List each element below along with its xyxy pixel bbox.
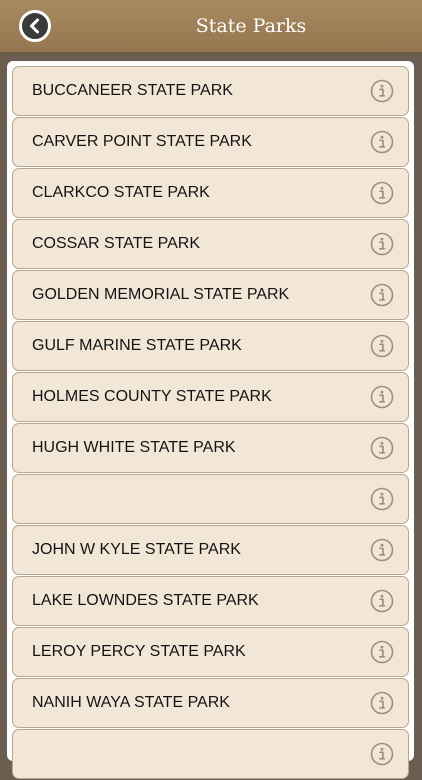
park-name: GULF MARINE STATE PARK xyxy=(32,337,242,354)
info-icon[interactable] xyxy=(370,130,394,154)
park-name: HOLMES COUNTY STATE PARK xyxy=(32,388,272,405)
list-item[interactable]: CLARKCO STATE PARK xyxy=(12,168,409,218)
info-icon[interactable] xyxy=(370,487,394,511)
info-icon[interactable] xyxy=(370,232,394,256)
parks-list-panel: BUCCANEER STATE PARK CARVER POINT STATE P… xyxy=(7,61,414,779)
list-item[interactable]: GOLDEN MEMORIAL STATE PARK xyxy=(12,270,409,320)
park-name: LEROY PERCY STATE PARK xyxy=(32,643,246,660)
list-item[interactable]: HUGH WHITE STATE PARK xyxy=(12,423,409,473)
park-name: GOLDEN MEMORIAL STATE PARK xyxy=(32,286,290,303)
list-item[interactable] xyxy=(12,729,409,779)
park-name: JOHN W KYLE STATE PARK xyxy=(32,541,241,558)
navigation-bar: State Parks xyxy=(0,0,422,53)
park-name: HUGH WHITE STATE PARK xyxy=(32,439,236,456)
park-name: LAKE LOWNDES STATE PARK xyxy=(32,592,259,609)
info-icon[interactable] xyxy=(370,385,394,409)
list-item[interactable]: LEROY PERCY STATE PARK xyxy=(12,627,409,677)
park-name: NANIH WAYA STATE PARK xyxy=(32,694,230,711)
list-item[interactable]: CARVER POINT STATE PARK xyxy=(12,117,409,167)
info-icon[interactable] xyxy=(370,283,394,307)
list-item[interactable]: NANIH WAYA STATE PARK xyxy=(12,678,409,728)
park-name: CARVER POINT STATE PARK xyxy=(32,133,252,150)
info-icon[interactable] xyxy=(370,334,394,358)
info-icon[interactable] xyxy=(370,436,394,460)
info-icon[interactable] xyxy=(370,640,394,664)
park-name: CLARKCO STATE PARK xyxy=(32,184,210,201)
list-item[interactable]: LAKE LOWNDES STATE PARK xyxy=(12,576,409,626)
info-icon[interactable] xyxy=(370,589,394,613)
park-name: COSSAR STATE PARK xyxy=(32,235,201,252)
list-item[interactable] xyxy=(12,474,409,524)
page-title: State Parks xyxy=(195,15,307,37)
list-item[interactable]: HOLMES COUNTY STATE PARK xyxy=(12,372,409,422)
info-icon[interactable] xyxy=(370,538,394,562)
info-icon[interactable] xyxy=(370,79,394,103)
info-icon[interactable] xyxy=(370,181,394,205)
park-name: BUCCANEER STATE PARK xyxy=(32,82,233,99)
list-item[interactable]: JOHN W KYLE STATE PARK xyxy=(12,525,409,575)
list-item[interactable]: GULF MARINE STATE PARK xyxy=(12,321,409,371)
list-item[interactable]: BUCCANEER STATE PARK xyxy=(12,66,409,116)
parks-list: BUCCANEER STATE PARK CARVER POINT STATE P… xyxy=(12,66,409,780)
info-icon[interactable] xyxy=(370,742,394,766)
list-item[interactable]: COSSAR STATE PARK xyxy=(12,219,409,269)
info-icon[interactable] xyxy=(370,691,394,715)
